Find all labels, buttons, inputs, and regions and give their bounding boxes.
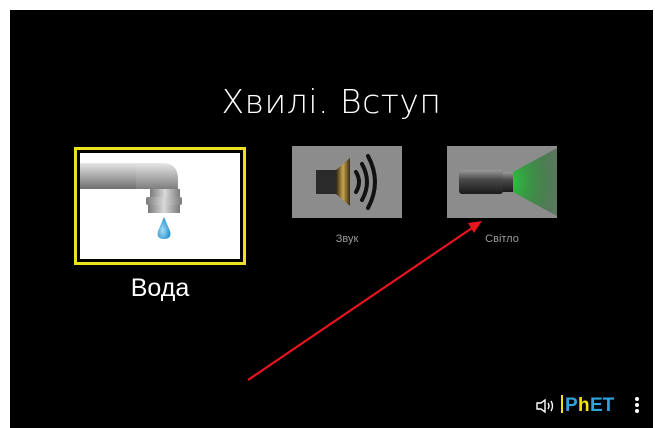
- speaker-volume-icon: [536, 398, 554, 414]
- svg-text:P: P: [565, 395, 578, 414]
- screen-button-water[interactable]: [74, 147, 246, 265]
- phet-menu-button[interactable]: [633, 396, 641, 414]
- faucet-icon: [80, 163, 182, 239]
- sound-thumbnail: [292, 146, 402, 218]
- screen-button-light[interactable]: [447, 146, 557, 218]
- speaker-icon: [316, 154, 377, 210]
- vertical-dots-icon: [635, 397, 639, 413]
- sound-toggle-button[interactable]: [535, 398, 557, 414]
- phet-logo[interactable]: P h ET: [560, 394, 628, 416]
- phet-logo-mark: P h ET: [561, 395, 615, 416]
- svg-text:h: h: [578, 395, 590, 414]
- svg-text:ET: ET: [590, 395, 615, 414]
- screen-label-sound[interactable]: Звук: [292, 233, 402, 245]
- water-thumbnail: [80, 153, 240, 259]
- flashlight-icon: [459, 148, 557, 216]
- light-thumbnail: [447, 146, 557, 218]
- screen-label-water[interactable]: Вода: [74, 274, 246, 303]
- screen-button-sound[interactable]: [292, 146, 402, 218]
- page-title: Хвилі. Вступ: [221, 82, 442, 121]
- screen-label-light[interactable]: Світло: [447, 233, 557, 245]
